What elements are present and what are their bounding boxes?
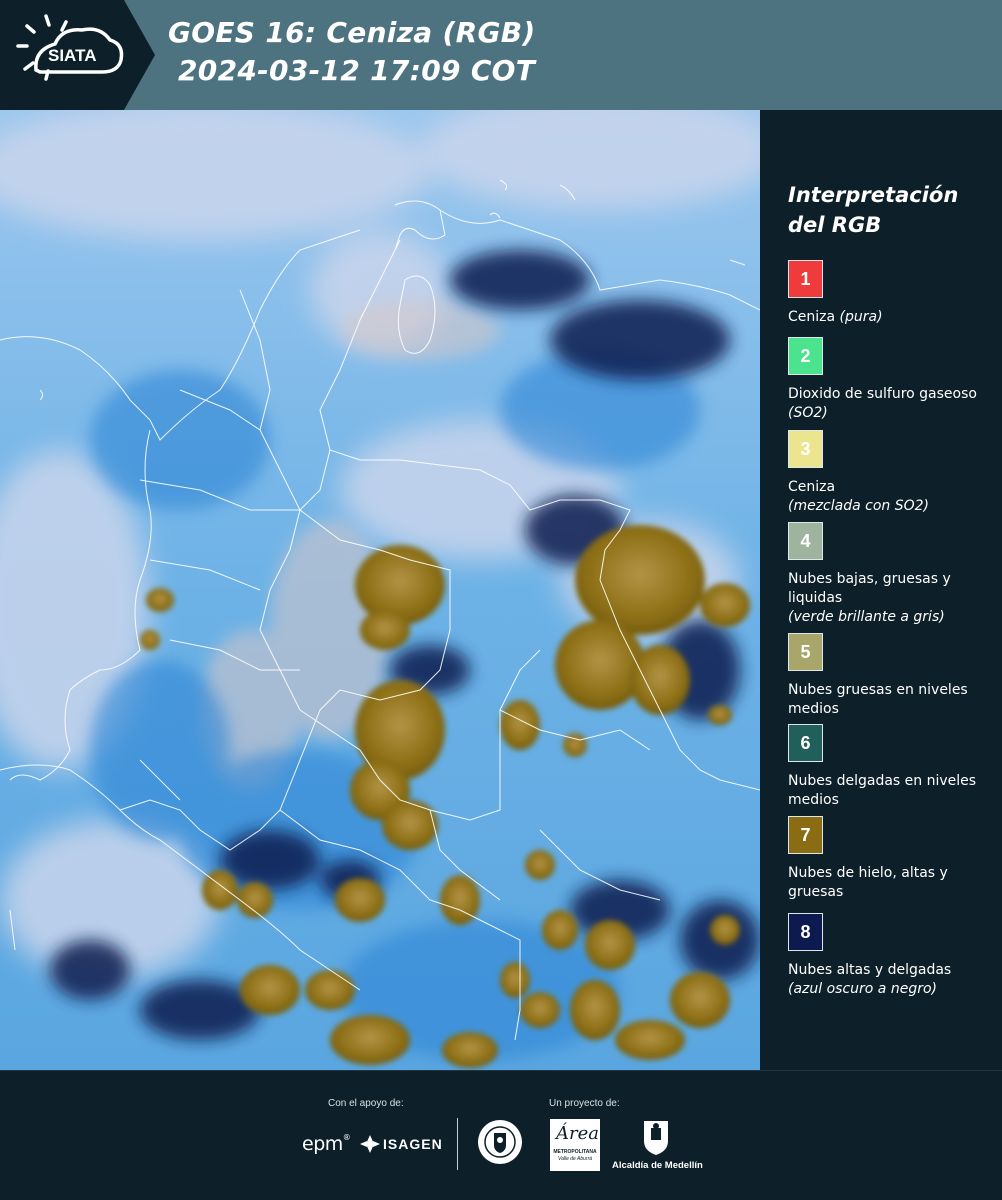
epm-logo-text: epm (302, 1133, 343, 1155)
legend-item-thin-mid: 6 Nubes delgadas en niveles medios (788, 724, 998, 810)
legend-swatch: 5 (788, 633, 823, 671)
footer-divider (457, 1118, 458, 1170)
legend-label: Dioxido de sulfuro gaseoso (788, 386, 977, 402)
legend-title: Interpretación del RGB (788, 183, 959, 237)
legend-item-thick-mid: 5 Nubes gruesas en niveles medios (788, 633, 998, 719)
alcaldia-shield-icon[interactable] (640, 1119, 672, 1157)
legend-swatch: 3 (788, 430, 823, 468)
legend-panel: Interpretación del RGB 1 Ceniza (pura) 2… (760, 110, 1002, 1070)
legend-item-ice-clouds: 7 Nubes de hielo, altas y gruesas (788, 816, 998, 902)
area-logo-text: Área (556, 1123, 599, 1144)
legend-swatch: 7 (788, 816, 823, 854)
legend-label: Nubes de hielo, altas y gruesas (788, 865, 948, 900)
legend-label: Nubes altas y delgadas (788, 962, 952, 978)
satellite-image (0, 110, 760, 1070)
isagen-logo-text: ISAGEN (383, 1136, 443, 1152)
legend-item-so2: 2 Dioxido de sulfuro gaseoso (SO2) (788, 337, 998, 423)
legend-note: (azul oscuro a negro) (788, 981, 937, 997)
legend-item-high-thin: 8 Nubes altas y delgadas (azul oscuro a … (788, 913, 998, 999)
area-logo-subtitle: METROPOLITANA (553, 1149, 597, 1155)
legend-item-low-clouds: 4 Nubes bajas, gruesas y liquidas (verde… (788, 522, 998, 627)
legend-swatch: 1 (788, 260, 823, 298)
legend-note: (SO2) (788, 405, 828, 421)
area-logo-subtitle-2: Valle de Aburrá (557, 1156, 593, 1162)
legend-swatch: 4 (788, 522, 823, 560)
project-caption: Un proyecto de: (549, 1098, 620, 1109)
legend-label: Ceniza (788, 309, 836, 325)
title-timestamp: 2024-03-12 17:09 COT (178, 54, 536, 87)
page-title: GOES 16: Ceniza (RGB) 2024-03-12 17:09 C… (168, 14, 536, 90)
legend-swatch: 6 (788, 724, 823, 762)
footer: Con el apoyo de: Un proyecto de: epm® IS… (0, 1070, 1002, 1200)
logo-text: SIATA (48, 46, 96, 65)
support-caption: Con el apoyo de: (328, 1098, 404, 1109)
legend-label: Nubes bajas, gruesas y liquidas (788, 571, 951, 606)
legend-note: (pura) (839, 309, 883, 325)
header-bar: SIATA GOES 16: Ceniza (RGB) 2024-03-12 1… (0, 0, 1002, 110)
legend-label: Nubes gruesas en niveles medios (788, 682, 968, 717)
municipal-seal-icon[interactable] (477, 1119, 523, 1165)
epm-logo[interactable]: epm® (302, 1133, 351, 1155)
legend-note: (mezclada con SO2) (788, 498, 930, 514)
isagen-logo[interactable]: ISAGEN (360, 1135, 443, 1153)
title-line-1: GOES 16: Ceniza (RGB) (168, 16, 536, 49)
area-metropolitana-logo[interactable]: Área METROPOLITANA Valle de Aburrá (550, 1119, 600, 1171)
legend-item-ash-mixed: 3 Ceniza (mezclada con SO2) (788, 430, 998, 516)
siata-logo[interactable]: SIATA (0, 0, 155, 110)
legend-item-ash-pure: 1 Ceniza (pura) (788, 260, 998, 327)
legend-note: (verde brillante a gris) (788, 609, 945, 625)
alcaldia-label: Alcaldía de Medellín (612, 1160, 703, 1171)
isagen-icon (360, 1135, 380, 1153)
legend-label: Nubes delgadas en niveles medios (788, 773, 977, 808)
legend-swatch: 8 (788, 913, 823, 951)
legend-swatch: 2 (788, 337, 823, 375)
legend-label: Ceniza (788, 479, 836, 495)
